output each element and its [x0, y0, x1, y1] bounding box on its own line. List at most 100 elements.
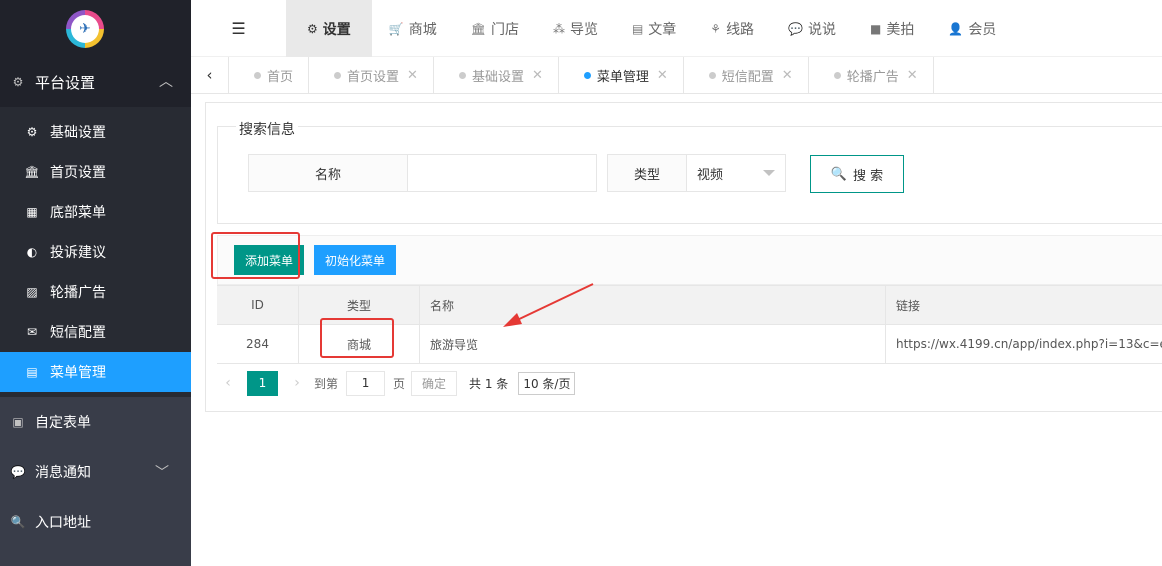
- init-menu-button[interactable]: 初始化菜单: [314, 245, 396, 275]
- sidebar-item-feedback[interactable]: ◐ 投诉建议: [0, 232, 191, 272]
- sidebar-item-menu-management[interactable]: ▤ 菜单管理: [0, 352, 191, 392]
- top-tab-label: 导览: [569, 21, 598, 38]
- name-input[interactable]: [407, 154, 597, 192]
- gear-icon: ⚙: [12, 75, 24, 89]
- sidebar-item-label: 菜单管理: [50, 365, 106, 381]
- bank-icon: 🏛: [470, 21, 486, 36]
- sidebar-group-platform-settings[interactable]: ⚙ 平台设置 ︿: [0, 57, 191, 107]
- top-tab-guide[interactable]: ⁂ 导览: [536, 0, 615, 57]
- sidebar-group-label: 自定表单: [35, 415, 91, 431]
- total-count: 共 1 条: [469, 376, 509, 391]
- tab-dot-icon: [254, 72, 261, 79]
- header-id[interactable]: ID: [217, 286, 299, 324]
- sidebar-item-label: 底部菜单: [50, 205, 106, 221]
- header-link[interactable]: 链接: [886, 286, 1162, 324]
- page-tab-bar: ‹ 首页 首页设置 ✕ 基础设置 ✕ 菜单管理 ✕ 短信配置 ✕ 轮播广告 ✕: [191, 57, 1162, 94]
- sidebar-group-custom-forms[interactable]: ▣ 自定表单: [0, 397, 191, 447]
- sidebar-group-entry-url[interactable]: 🔍 入口地址: [0, 497, 191, 547]
- sidebar-group-label: 平台设置: [35, 73, 96, 92]
- close-icon[interactable]: ✕: [657, 68, 668, 83]
- logo[interactable]: ✈: [66, 9, 104, 48]
- sidebar-item-sms[interactable]: ✉ 短信配置: [0, 312, 191, 352]
- prev-page-icon[interactable]: ‹: [217, 375, 239, 391]
- menu-toggle-icon[interactable]: ☰: [191, 0, 286, 56]
- sidebar-item-label: 基础设置: [50, 125, 106, 141]
- grid-icon: ▦: [26, 205, 38, 219]
- sidebar-group-notifications[interactable]: 💬 消息通知 ﹀: [0, 447, 191, 497]
- sidebar-item-label: 投诉建议: [50, 245, 106, 261]
- bank-icon: 🏛: [24, 165, 40, 179]
- archive-icon: ▣: [12, 415, 24, 429]
- cell-name: 旅游导览: [420, 325, 886, 363]
- sidebar-group-label: 入口地址: [35, 515, 91, 531]
- next-page-icon[interactable]: ›: [286, 375, 308, 391]
- page-tab-carousel[interactable]: 轮播广告 ✕: [809, 57, 934, 94]
- top-tab-store[interactable]: 🏛 门店: [454, 0, 536, 57]
- top-tab-mall[interactable]: 🛒 商城: [372, 0, 454, 57]
- sidebar-item-bottom-menu[interactable]: ▦ 底部菜单: [0, 192, 191, 232]
- type-label: 类型: [607, 154, 687, 192]
- chevron-left-icon[interactable]: ‹: [191, 57, 229, 93]
- page-tab-label: 首页: [267, 70, 294, 85]
- top-tab-label: 设置: [322, 21, 351, 38]
- page-tab-home-settings[interactable]: 首页设置 ✕: [309, 57, 434, 94]
- image-icon: ▨: [26, 285, 38, 299]
- tab-dot-icon: [334, 72, 342, 79]
- top-tab-settings[interactable]: ⚙ 设置: [286, 0, 372, 57]
- tab-dot-icon: [833, 72, 841, 79]
- top-tab-label: 会员: [968, 21, 997, 38]
- gear-icon: ⚙: [26, 125, 38, 139]
- cubes-icon: ⁂: [552, 21, 565, 36]
- search-legend: 搜索信息: [236, 119, 298, 139]
- top-tab-routes[interactable]: ⚘ 线路: [693, 0, 771, 57]
- page-tab-basic-settings[interactable]: 基础设置 ✕: [434, 57, 559, 94]
- top-tab-photos[interactable]: ■ 美拍: [853, 0, 931, 57]
- sidebar-item-home-settings[interactable]: 🏛 首页设置: [0, 152, 191, 192]
- top-tab-label: 门店: [490, 21, 519, 38]
- tab-dot-icon: [583, 72, 591, 79]
- top-tab-label: 美拍: [886, 21, 915, 38]
- tab-dot-icon: [458, 72, 466, 79]
- user-icon: 👤: [948, 21, 964, 36]
- header-name[interactable]: 名称: [420, 286, 886, 324]
- search-icon: 🔍: [830, 166, 848, 182]
- sidebar-item-basic-settings[interactable]: ⚙ 基础设置: [0, 112, 191, 152]
- page-tab-menu-management[interactable]: 菜单管理 ✕: [559, 57, 684, 94]
- wechat-icon: 💬: [788, 21, 804, 36]
- top-nav: ☰ ⚙ 设置 🛒 商城 🏛 门店 ⁂ 导览 ▤ 文章 ⚘ 线路 💬 说说 ■ 美拍 👤 会员: [191, 0, 1162, 57]
- page-tab-sms-config[interactable]: 短信配置 ✕: [684, 57, 809, 94]
- sidebar-group-label: 消息通知: [35, 465, 91, 481]
- menu-icon: ▤: [26, 365, 38, 379]
- top-tab-label: 说说: [808, 21, 837, 38]
- top-tab-articles[interactable]: ▤ 文章: [615, 0, 693, 57]
- caret-down-icon: [763, 170, 775, 176]
- sidebar-item-carousel[interactable]: ▨ 轮播广告: [0, 272, 191, 312]
- logo-area: ✈: [0, 0, 191, 57]
- page-tab-label: 基础设置: [471, 70, 524, 85]
- goto-confirm-button[interactable]: 确定: [411, 370, 458, 396]
- goto-page-input[interactable]: 1: [346, 370, 386, 396]
- action-toolbar: 添加菜单 初始化菜单: [217, 235, 1162, 285]
- route-icon: ⚘: [710, 21, 722, 36]
- page-tab-home[interactable]: 首页: [229, 57, 310, 94]
- close-icon[interactable]: ✕: [407, 68, 418, 83]
- close-icon[interactable]: ✕: [782, 68, 793, 83]
- top-tab-label: 商城: [408, 21, 437, 38]
- current-page-button[interactable]: 1: [247, 370, 278, 396]
- cell-link: https://wx.4199.cn/app/index.php?i=13&c=…: [896, 337, 1162, 351]
- page-unit-label: 页: [393, 376, 406, 391]
- top-tab-posts[interactable]: 💬 说说: [771, 0, 853, 57]
- page-tab-label: 菜单管理: [596, 70, 649, 85]
- type-select[interactable]: 视频: [686, 154, 786, 192]
- sidebar-submenu: ⚙ 基础设置 🏛 首页设置 ▦ 底部菜单 ◐ 投诉建议 ▨ 轮播广告 ✉ 短信配置 ▤ 菜单管…: [0, 107, 191, 397]
- sidebar-item-label: 轮播广告: [50, 285, 106, 301]
- page-size-select[interactable]: 10 条/页: [518, 371, 576, 395]
- search-button-label: 搜 索: [853, 168, 884, 184]
- close-icon[interactable]: ✕: [907, 68, 918, 83]
- top-tab-members[interactable]: 👤 会员: [931, 0, 1013, 57]
- sidebar-item-label: 短信配置: [50, 325, 106, 341]
- annotation-box-type-cell: [320, 318, 394, 358]
- search-button[interactable]: 🔍 搜 索: [810, 155, 904, 193]
- logo-icon: ✈: [71, 14, 99, 43]
- close-icon[interactable]: ✕: [532, 68, 543, 83]
